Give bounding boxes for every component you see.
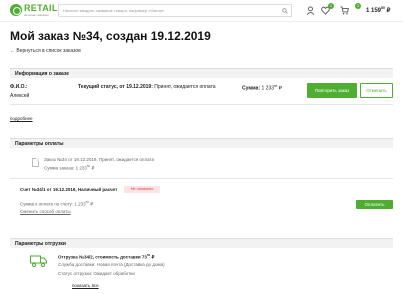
order-info-header: Информация о заказе bbox=[10, 68, 393, 78]
search-placeholder: Начните вводить название товара, наприме… bbox=[63, 8, 165, 13]
order-sum-cents: 50 bbox=[274, 84, 278, 88]
divider bbox=[10, 104, 393, 105]
repeat-order-button[interactable]: Повторить заказ bbox=[307, 83, 357, 98]
document-icon bbox=[32, 158, 39, 167]
search-icon[interactable] bbox=[282, 8, 288, 14]
logo-text: RETAIL bbox=[24, 3, 58, 13]
page-title: Мой заказ №34, создан 19.12.2019 bbox=[10, 29, 211, 43]
shipment-heading: Параметры отгрузки bbox=[15, 241, 67, 247]
payment-header: Параметры оплаты bbox=[10, 138, 393, 148]
order-info-heading: Информация о заказе bbox=[15, 71, 70, 77]
order-sum-label: Сумма: bbox=[242, 85, 261, 92]
fio-label: Ф.И.О.: bbox=[10, 84, 28, 90]
invoice-pay-sum-cents: 50 bbox=[85, 200, 89, 204]
fio-value: Алексей bbox=[10, 93, 30, 99]
back-to-orders-link[interactable]: ← Вернуться в список заказов bbox=[10, 48, 81, 54]
payment-order-sum: Сумма заказа: 1 23350 ₽ bbox=[44, 164, 94, 172]
logo-icon bbox=[10, 4, 22, 16]
payment-order-sum-label: Сумма заказа: bbox=[44, 165, 75, 171]
invoice-pay-sum-label: Сумма к оплате по счету: bbox=[20, 201, 74, 207]
cart-total-main: 1 159 bbox=[366, 8, 382, 14]
change-payment-link[interactable]: Сменить способ оплаты bbox=[20, 209, 71, 214]
invoice-pay-sum-currency: ₽ bbox=[90, 201, 94, 207]
show-all-link[interactable]: показать все bbox=[72, 283, 99, 288]
site-header: RETAIL интернет-магазин Начните вводить … bbox=[0, 0, 403, 22]
logo-subtitle: интернет-магазин bbox=[24, 13, 49, 17]
divider bbox=[10, 178, 393, 179]
order-status: Текущий статус, от 19.12.2019: Принят, о… bbox=[78, 84, 216, 90]
cancel-order-button[interactable]: Отменить bbox=[360, 83, 393, 98]
logo[interactable]: RETAIL интернет-магазин bbox=[10, 3, 57, 18]
shipment-header: Параметры отгрузки bbox=[10, 238, 393, 248]
order-sum-currency: ₽ bbox=[278, 85, 282, 92]
shipment-title-text: Отгрузка №34/2, стоимость доставки 73 bbox=[58, 254, 147, 260]
shipment-title: Отгрузка №34/2, стоимость доставки 7350 … bbox=[58, 253, 154, 261]
payment-order-sum-currency: ₽ bbox=[91, 165, 95, 171]
invoice-pay-sum-value: 1 233 bbox=[74, 201, 86, 207]
payment-heading: Параметры оплаты bbox=[15, 141, 64, 147]
cart-total[interactable]: 1 15950 ₽ bbox=[366, 6, 390, 14]
payment-order-sum-value: 1 233 bbox=[75, 165, 87, 171]
shipment-status: Статус отгрузки: Ожидает обработки bbox=[58, 271, 135, 276]
pay-button[interactable]: Оплатить bbox=[356, 200, 393, 209]
cart-total-currency: ₽ bbox=[386, 8, 391, 14]
invoice-title: Счет №34/1 от 19.12.2019, Наличный расче… bbox=[20, 187, 118, 192]
cart-icon[interactable] bbox=[340, 6, 349, 15]
payment-order-line: Заказ №34 от 19.12.2019, Принят, ожидает… bbox=[44, 157, 154, 162]
shipment-title-cents: 50 bbox=[146, 253, 151, 257]
order-sum-value: 1 233 bbox=[261, 85, 275, 92]
cart-count-badge: 3 bbox=[355, 3, 361, 9]
truck-icon bbox=[30, 255, 47, 267]
compare-count-badge: 1 bbox=[328, 3, 334, 9]
invoice-pay-sum: Сумма к оплате по счету: 1 23350 ₽ bbox=[20, 200, 93, 208]
order-status-value: Принят, ожидается оплата bbox=[154, 84, 216, 90]
order-sum: Сумма: 1 23350 ₽ bbox=[242, 84, 282, 92]
shipment-title-currency: ₽ bbox=[151, 254, 155, 260]
order-status-label: Текущий статус, от 19.12.2019: bbox=[78, 84, 153, 90]
invoice-status-badge: Не оплачено bbox=[124, 186, 160, 193]
details-link[interactable]: подробнее bbox=[10, 116, 33, 121]
cart-total-cents: 50 bbox=[381, 6, 385, 10]
search-input[interactable]: Начните вводить название товара, наприме… bbox=[58, 4, 292, 17]
shipment-service: Служба доставки: Новая почта (Доставка д… bbox=[58, 262, 165, 267]
payment-order-sum-cents: 50 bbox=[86, 164, 91, 168]
user-icon[interactable] bbox=[306, 6, 315, 15]
